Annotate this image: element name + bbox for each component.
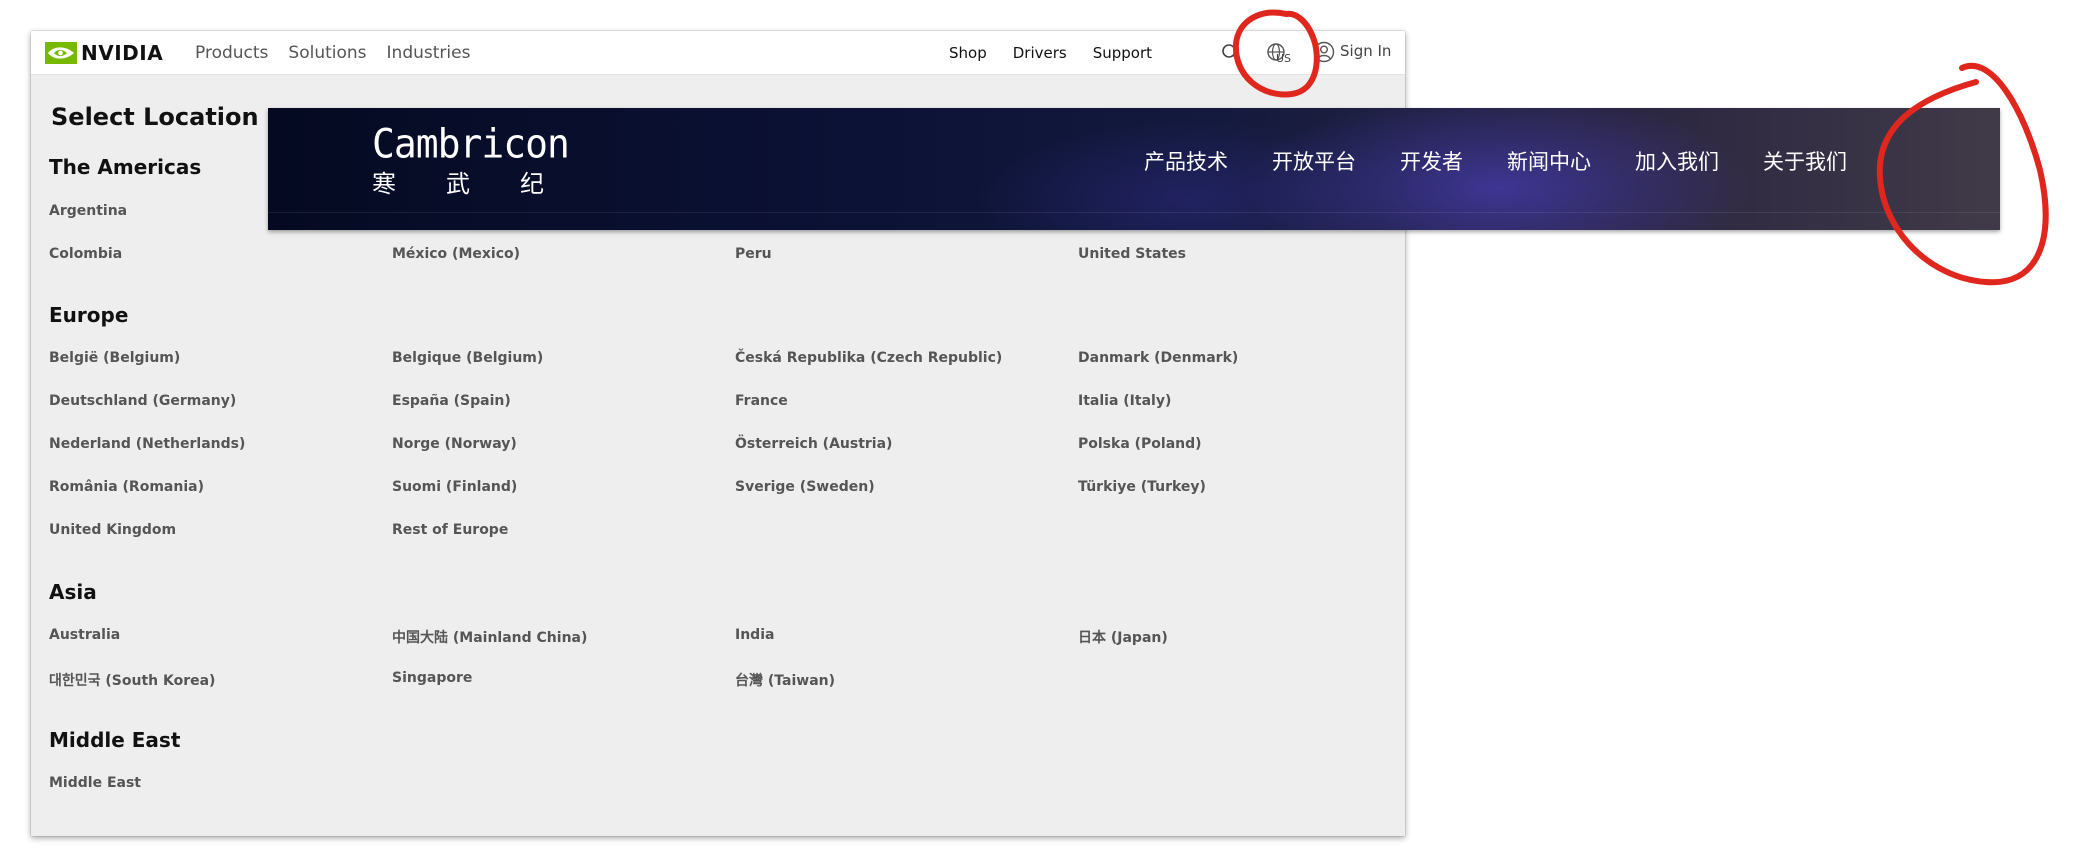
logo-char: 武: [446, 170, 470, 198]
nav-shop[interactable]: Shop: [949, 44, 987, 62]
cambricon-header-banner: Cambricon 寒 武 纪 产品技术 开放平台 开发者 新闻中心 加入我们 …: [268, 108, 2000, 230]
nav-join-us[interactable]: 加入我们: [1635, 146, 1719, 176]
nav-open-platform[interactable]: 开放平台: [1272, 146, 1356, 176]
nvidia-logo[interactable]: NVIDIA: [45, 41, 163, 65]
search-icon[interactable]: [1221, 43, 1241, 63]
cambricon-logo-wordmark[interactable]: Cambricon: [372, 121, 570, 167]
region-heading-europe: Europe: [49, 303, 129, 327]
location-link[interactable]: Česká Republika (Czech Republic): [735, 350, 1002, 366]
location-link[interactable]: 대한민국 (South Korea): [49, 670, 215, 690]
primary-nav: Products Solutions Industries: [195, 31, 470, 75]
location-link[interactable]: Belgique (Belgium): [392, 350, 543, 366]
nav-developers[interactable]: 开发者: [1400, 146, 1463, 176]
location-link[interactable]: México (Mexico): [392, 246, 520, 262]
location-link[interactable]: India: [735, 627, 774, 643]
location-link[interactable]: België (Belgium): [49, 350, 180, 366]
location-link[interactable]: Nederland (Netherlands): [49, 436, 245, 452]
nvidia-wordmark: NVIDIA: [81, 41, 164, 65]
location-link[interactable]: Suomi (Finland): [392, 479, 517, 495]
nvidia-eye-icon: [45, 42, 77, 64]
region-heading-americas: The Americas: [49, 155, 202, 179]
nav-support[interactable]: Support: [1093, 44, 1152, 62]
location-link[interactable]: Polska (Poland): [1078, 436, 1202, 452]
location-link[interactable]: France: [735, 393, 788, 409]
location-link[interactable]: 中国大陆 (Mainland China): [392, 627, 587, 647]
location-link[interactable]: United Kingdom: [49, 522, 176, 538]
logo-char: 纪: [520, 170, 544, 198]
location-link[interactable]: Deutschland (Germany): [49, 393, 236, 409]
location-link[interactable]: 日本 (Japan): [1078, 627, 1168, 647]
nav-industries[interactable]: Industries: [387, 43, 471, 63]
nav-about-us[interactable]: 关于我们: [1763, 146, 1847, 176]
location-link[interactable]: Türkiye (Turkey): [1078, 479, 1206, 495]
nav-products-tech[interactable]: 产品技术: [1144, 146, 1228, 176]
location-link[interactable]: Singapore: [392, 670, 472, 686]
location-link[interactable]: España (Spain): [392, 393, 511, 409]
region-heading-asia: Asia: [49, 580, 97, 604]
location-link[interactable]: Danmark (Denmark): [1078, 350, 1238, 366]
page-title: Select Location: [51, 103, 259, 131]
location-link[interactable]: 台灣 (Taiwan): [735, 670, 835, 690]
locale-code: US: [1276, 52, 1292, 65]
region-heading-middle-east: Middle East: [49, 728, 181, 752]
location-link[interactable]: Middle East: [49, 775, 141, 791]
logo-char: 寒: [372, 170, 396, 198]
location-link[interactable]: Italia (Italy): [1078, 393, 1171, 409]
nav-products[interactable]: Products: [195, 43, 268, 63]
location-link[interactable]: United States: [1078, 246, 1186, 262]
location-link[interactable]: Australia: [49, 627, 120, 643]
location-link[interactable]: Argentina: [49, 203, 127, 219]
location-link[interactable]: Colombia: [49, 246, 122, 262]
banner-divider: [268, 212, 2000, 213]
nvidia-header: NVIDIA Products Solutions Industries Sho…: [31, 31, 1405, 75]
user-icon[interactable]: [1313, 41, 1335, 63]
cambricon-logo-chinese[interactable]: 寒 武 纪: [372, 164, 544, 199]
cambricon-nav: 产品技术 开放平台 开发者 新闻中心 加入我们 关于我们: [1144, 146, 1847, 176]
location-link[interactable]: Norge (Norway): [392, 436, 517, 452]
location-link[interactable]: Sverige (Sweden): [735, 479, 875, 495]
utility-nav: Shop Drivers Support: [949, 31, 1152, 75]
nav-drivers[interactable]: Drivers: [1013, 44, 1067, 62]
location-link[interactable]: România (Romania): [49, 479, 204, 495]
location-link[interactable]: Österreich (Austria): [735, 436, 892, 452]
sign-in-link[interactable]: Sign In: [1340, 42, 1391, 60]
nav-solutions[interactable]: Solutions: [288, 43, 366, 63]
location-link[interactable]: Rest of Europe: [392, 522, 508, 538]
location-link[interactable]: Peru: [735, 246, 772, 262]
nav-news-center[interactable]: 新闻中心: [1507, 146, 1591, 176]
